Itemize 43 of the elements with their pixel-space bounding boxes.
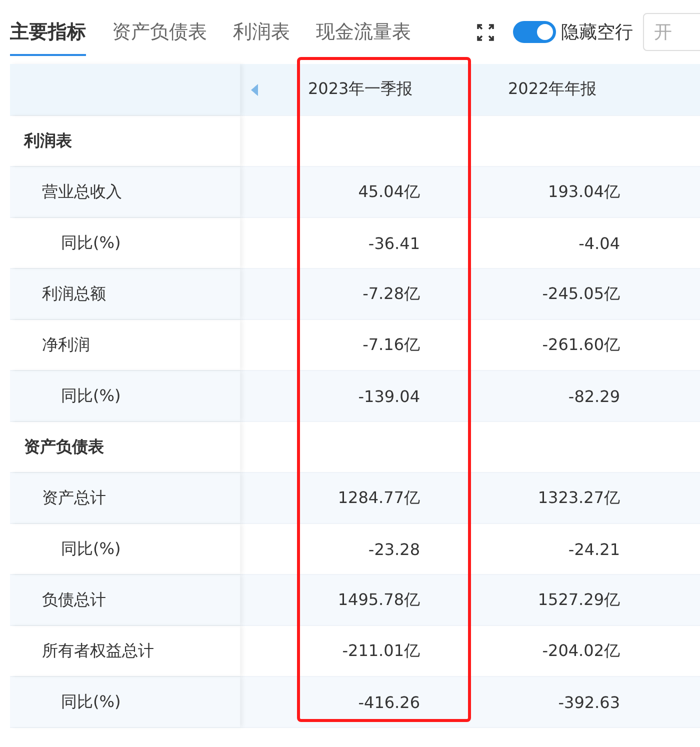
table-cell: -7.16亿 [362,334,420,356]
table-cell: -23.28 [368,540,420,558]
row-label: 营业总收入 [42,182,122,202]
tab[interactable]: 主要指标 [10,8,86,56]
tab[interactable]: 资产负债表 [112,8,207,56]
column-header: 2022年年报 [507,78,598,100]
row-label: 所有者权益总计 [42,640,154,662]
toggle-switch[interactable] [513,21,556,43]
section-title: 利润表 [24,130,72,152]
table-cell: -245.05亿 [542,284,620,304]
tab[interactable]: 利润表 [233,8,290,56]
table-cell: 193.04亿 [548,182,620,202]
row-label: 负债总计 [42,590,106,610]
table-cell: -416.26 [358,692,420,712]
fullscreen-icon[interactable] [477,24,494,40]
table-cell: -392.63 [558,692,620,712]
section-title: 资产负债表 [24,436,104,458]
toggle-label: 隐藏空行 [561,21,633,44]
row-label: 净利润 [42,334,90,356]
table-cell: -204.02亿 [542,640,620,662]
row-label: 同比(%) [61,692,121,712]
row-label: 同比(%) [61,386,121,406]
table-cell: -7.28亿 [362,284,420,304]
table-cell: 45.04亿 [358,182,420,202]
table-cell: 1527.29亿 [538,590,620,610]
table-cell: 1323.27亿 [538,488,620,508]
row-label: 同比(%) [61,538,121,560]
row-label: 资产总计 [42,488,106,508]
row-label: 利润总额 [42,284,106,304]
table-cell: 1495.78亿 [338,590,420,610]
table-cell: -36.41 [368,234,420,252]
row-label: 同比(%) [61,232,121,254]
column-header: 2023年一季报 [307,78,414,100]
table-cell: -261.60亿 [542,334,620,356]
scroll-left-icon[interactable] [251,84,259,96]
table-cell: 1284.77亿 [338,488,420,508]
tab[interactable]: 现金流量表 [316,8,411,56]
table-cell: -4.04 [578,234,620,252]
table-cell: -82.29 [568,386,620,406]
table-cell: -24.21 [568,540,620,558]
date-field[interactable]: 开 [643,13,700,51]
table-cell: -211.01亿 [342,640,420,662]
table-cell: -139.04 [358,386,420,406]
